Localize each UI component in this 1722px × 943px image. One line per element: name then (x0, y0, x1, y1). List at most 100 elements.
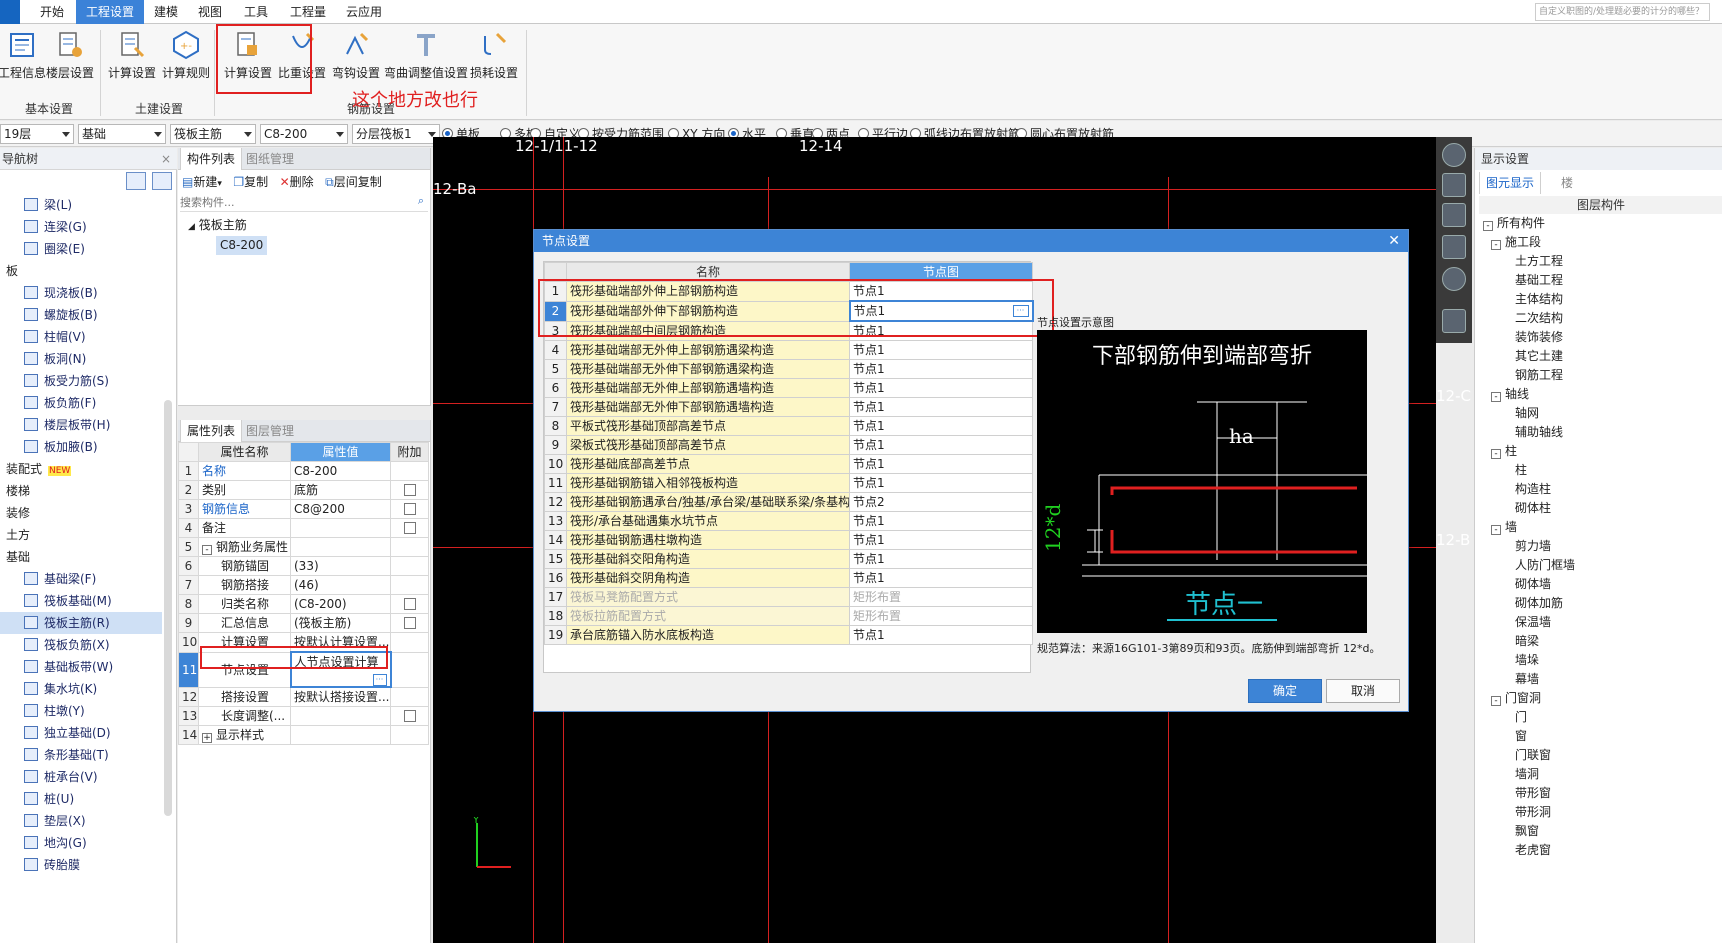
civil-calc-settings-button[interactable]: 计算设置 (104, 30, 160, 90)
checkbox[interactable] (403, 598, 416, 610)
checkbox[interactable] (403, 484, 416, 496)
layer-tree-item[interactable]: 门联窗 (1479, 746, 1722, 765)
menu-project-settings[interactable]: 工程设置 (76, 0, 145, 24)
node-row[interactable]: 5 筏形基础端部无外伸下部钢筋遇梁构造 节点1 (544, 359, 1033, 379)
box-view-icon[interactable] (1442, 235, 1466, 259)
type-combo[interactable]: 筏板主筋 (170, 124, 256, 144)
collapse-icon[interactable]: - (202, 545, 212, 555)
expand-icon[interactable]: + (202, 733, 212, 743)
layer-tree-item[interactable]: 主体结构 (1479, 290, 1722, 309)
property-value[interactable]: 底筋 (290, 480, 391, 500)
layer-tree-item[interactable]: 带形窗 (1479, 784, 1722, 803)
node-row-value[interactable]: 节点1 (849, 625, 1033, 645)
node-row-value[interactable]: 矩形布置 (849, 587, 1033, 607)
node-row[interactable]: 6 筏形基础端部无外伸上部钢筋遇墙构造 节点1 (544, 378, 1033, 398)
layer-tree-item[interactable]: -柱 (1479, 442, 1722, 461)
property-row[interactable]: 1 名称 C8-200 (178, 461, 429, 481)
component-group[interactable]: ◢ 筏板主筋 (188, 216, 247, 233)
node-row[interactable]: 16 筏形基础斜交阴角构造 节点1 (544, 568, 1033, 588)
layer-combo[interactable]: 分层筏板1 (352, 124, 440, 144)
property-value[interactable]: (筏板主筋) (290, 613, 391, 633)
layer-tree-item[interactable]: 幕墙 (1479, 670, 1722, 689)
layer-tree-item[interactable]: 钢筋工程 (1479, 366, 1722, 385)
nav-item[interactable]: 筏板负筋(X) (0, 634, 162, 656)
node-row-value[interactable]: 节点2 (849, 492, 1033, 512)
layer-tree-item[interactable]: -墙 (1479, 518, 1722, 537)
property-value[interactable]: C8@200 (290, 499, 391, 519)
node-row-value[interactable]: 节点1 (849, 416, 1033, 436)
checkbox[interactable] (403, 710, 416, 722)
layer-tree-item[interactable]: 柱 (1479, 461, 1722, 480)
checkbox[interactable] (403, 617, 416, 629)
nav-category[interactable]: 装配式 NEW (0, 458, 162, 480)
nav-item[interactable]: 筏板主筋(R) (0, 612, 162, 634)
property-value[interactable]: (33) (290, 556, 391, 576)
property-value[interactable]: (C8-200) (290, 594, 391, 614)
layer-tree-item[interactable]: 人防门框墙 (1479, 556, 1722, 575)
nav-item[interactable]: 梁(L) (0, 194, 162, 216)
layer-tree-item[interactable]: 墙垛 (1479, 651, 1722, 670)
tab-property-list[interactable]: 属性列表 (180, 420, 243, 442)
property-row[interactable]: 3 钢筋信息 C8@200 (178, 499, 429, 519)
expand-icon[interactable]: ◢ (188, 222, 195, 232)
menu-view[interactable]: 视图 (188, 0, 232, 24)
property-value[interactable] (290, 537, 391, 557)
node-row-value[interactable]: 节点1 (849, 378, 1033, 398)
property-value[interactable] (290, 518, 391, 538)
layer-tree-item[interactable]: - 轴线 (1479, 385, 1722, 404)
node-row[interactable]: 4 筏形基础端部无外伸上部钢筋遇梁构造 节点1 (544, 340, 1033, 360)
grid-view-icon[interactable] (152, 172, 172, 190)
node-row[interactable]: 14 筏形基础钢筋遇柱墩构造 节点1 (544, 530, 1033, 550)
menu-cloud[interactable]: 云应用 (336, 0, 392, 24)
layer-tree-item[interactable]: 砌体墙 (1479, 575, 1722, 594)
rotate-icon[interactable] (1442, 267, 1466, 291)
nav-item[interactable]: 柱墩(Y) (0, 700, 162, 722)
list-view-icon[interactable] (126, 172, 146, 190)
checkbox[interactable] (403, 503, 416, 515)
layer-tree-item[interactable]: 暗梁 (1479, 632, 1722, 651)
property-row[interactable]: 5- 钢筋业务属性 (178, 537, 429, 557)
layer-tree-item[interactable]: 老虎窗 (1479, 841, 1722, 860)
collapse-icon[interactable]: - (1483, 221, 1493, 231)
nav-item[interactable]: 板加腋(B) (0, 436, 162, 458)
node-row[interactable]: 19 承台底筋锚入防水底板构造 节点1 (544, 625, 1033, 645)
tab-component-list[interactable]: 构件列表 (180, 148, 243, 170)
layer-tree-item[interactable]: 砌体柱 (1479, 499, 1722, 518)
tab-element-display[interactable]: 图元显示 (1479, 172, 1542, 194)
nav-category[interactable]: 装修 (0, 502, 162, 524)
orbit-icon[interactable] (1442, 143, 1466, 167)
menu-tools[interactable]: 工具 (234, 0, 278, 24)
floor-copy-button[interactable]: 层间复制 (334, 175, 382, 189)
delete-button[interactable]: 删除 (290, 175, 314, 189)
view-cube-icon[interactable] (1442, 203, 1466, 227)
nav-item[interactable]: 砖胎膜 (0, 854, 162, 876)
nav-item[interactable]: 独立基础(D) (0, 722, 162, 744)
tab-floor-display[interactable]: 楼 (1555, 172, 1579, 194)
node-row-value[interactable]: 节点1 (849, 359, 1033, 379)
nav-item[interactable]: 基础梁(F) (0, 568, 162, 590)
layer-tree-item[interactable]: 门 (1479, 708, 1722, 727)
node-row[interactable]: 12 筏形基础钢筋遇承台/独基/承台梁/基础联系梁/条基构造 节点2 (544, 492, 1033, 512)
nav-item[interactable]: 条形基础(T) (0, 744, 162, 766)
component-combo[interactable]: C8-200 (260, 124, 348, 144)
node-row[interactable]: 8 平板式筏形基础顶部高差节点 节点1 (544, 416, 1033, 436)
node-row-value[interactable]: 节点1 (849, 397, 1033, 417)
3d-view-icon[interactable] (1442, 173, 1466, 197)
calc-rules-button[interactable]: +- 计算规则 (158, 30, 214, 90)
nav-item[interactable]: 螺旋板(B) (0, 304, 162, 326)
collapse-icon[interactable]: - (1491, 392, 1501, 402)
node-row-value[interactable]: 节点1 (849, 511, 1033, 531)
close-icon[interactable]: × (161, 148, 171, 170)
ok-button[interactable]: 确定 (1248, 679, 1322, 703)
layer-tree-item[interactable]: 飘窗 (1479, 822, 1722, 841)
layer-tree-item[interactable]: - 施工段 (1479, 233, 1722, 252)
node-row-value[interactable]: 节点1 (849, 454, 1033, 474)
property-value[interactable]: (46) (290, 575, 391, 595)
property-row[interactable]: 2 类别 底筋 (178, 480, 429, 500)
nav-item[interactable]: 桩承台(V) (0, 766, 162, 788)
nav-category[interactable]: 土方 (0, 524, 162, 546)
property-row[interactable]: 13 长度调整(... (178, 706, 429, 726)
close-icon[interactable]: ✕ (1388, 230, 1400, 252)
menu-modeling[interactable]: 建模 (144, 0, 188, 24)
node-row-value[interactable]: 节点1 (849, 435, 1033, 455)
